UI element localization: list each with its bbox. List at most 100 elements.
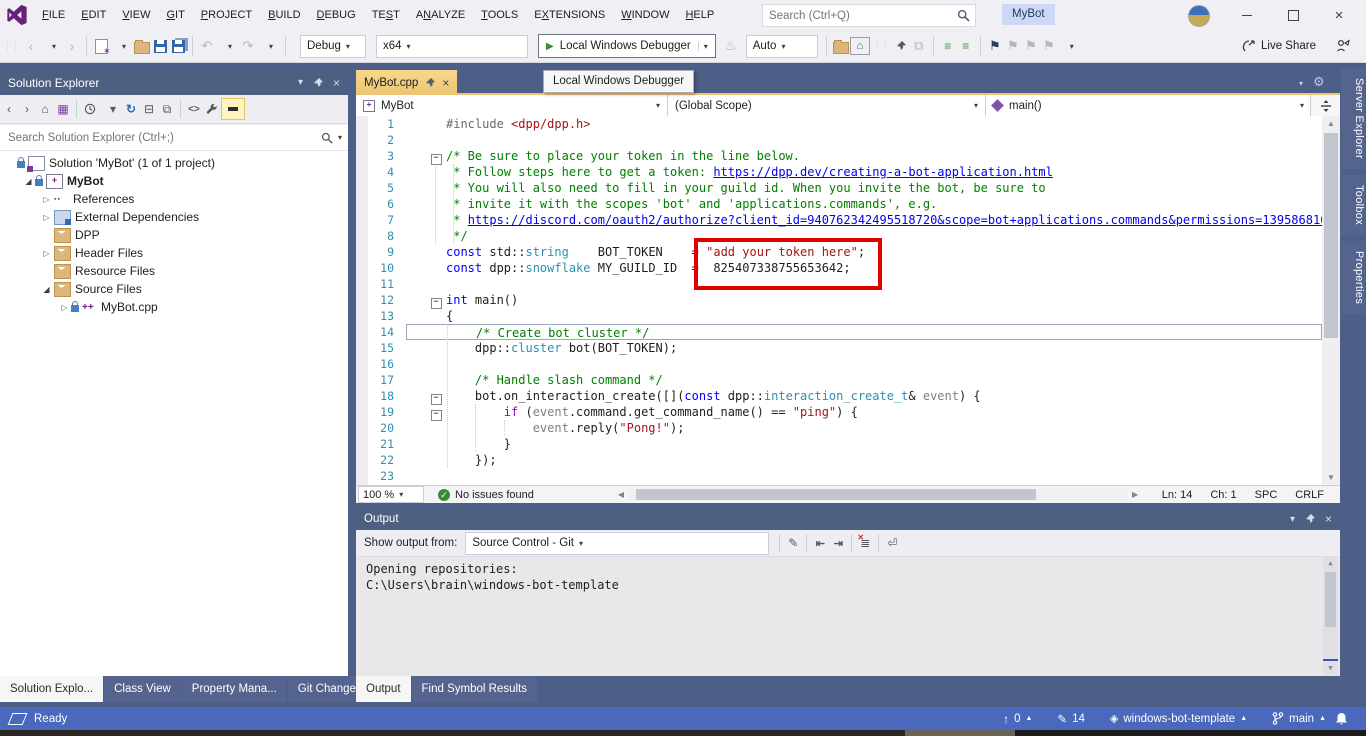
new-item-icon[interactable] bbox=[92, 34, 110, 58]
scroll-down-icon[interactable]: ▼ bbox=[1323, 662, 1338, 675]
solution-name-badge[interactable]: MyBot bbox=[1002, 4, 1055, 25]
code-line-7[interactable]: 7 * https://discord.com/oauth2/authorize… bbox=[356, 212, 1322, 228]
tab-list-dropdown-icon[interactable]: ▾ bbox=[1294, 75, 1303, 89]
expander-icon[interactable]: ◢ bbox=[40, 285, 53, 294]
expander-icon[interactable]: ▷ bbox=[40, 249, 53, 258]
message-filter-icon[interactable]: ✎ bbox=[784, 532, 802, 554]
menu-view[interactable]: VIEW bbox=[114, 0, 158, 30]
dock-tab-find-symbol-results[interactable]: Find Symbol Results bbox=[412, 676, 537, 702]
previous-message-icon[interactable]: ⇤ bbox=[811, 532, 829, 554]
se-forward-icon[interactable]: › bbox=[18, 98, 36, 120]
close-icon[interactable]: × bbox=[1325, 512, 1332, 526]
bookmark-icon[interactable]: ⚑ bbox=[986, 34, 1004, 58]
tree-item-header-files[interactable]: ▷Header Files bbox=[0, 244, 348, 262]
menu-test[interactable]: TEST bbox=[364, 0, 408, 30]
menu-project[interactable]: PROJECT bbox=[193, 0, 260, 30]
redo-dropdown-icon[interactable]: ▾ bbox=[262, 34, 280, 58]
solution-search-input[interactable] bbox=[6, 131, 321, 145]
fold-collapse-icon[interactable]: − bbox=[426, 292, 446, 308]
menu-edit[interactable]: EDIT bbox=[73, 0, 114, 30]
navigate-back-icon[interactable]: ‹ bbox=[22, 34, 40, 58]
code-line-5[interactable]: 5 * You will also need to fill in your g… bbox=[356, 180, 1322, 196]
save-icon[interactable] bbox=[151, 34, 169, 58]
tree-item-references[interactable]: ▷▪▪References bbox=[0, 190, 348, 208]
filter-dropdown-icon[interactable]: ▾ bbox=[104, 98, 122, 120]
code-line-15[interactable]: 15 dpp::cluster bot(BOT_TOKEN); bbox=[356, 340, 1322, 356]
toolbar-drag-handle-icon[interactable]: ⋮⋮ bbox=[873, 41, 889, 52]
code-line-13[interactable]: 13{ bbox=[356, 308, 1322, 324]
search-options-icon[interactable]: ▾ bbox=[338, 133, 342, 142]
undo-icon[interactable]: ↶ bbox=[198, 34, 216, 58]
navigate-back-dropdown-icon[interactable]: ▾ bbox=[45, 34, 63, 58]
menu-file[interactable]: FILE bbox=[34, 0, 73, 30]
document-tab-mybot-cpp[interactable]: MyBot.cpp × bbox=[356, 70, 457, 95]
feedback-icon[interactable] bbox=[1334, 34, 1352, 58]
watch-mode-select[interactable]: Auto▾ bbox=[746, 35, 818, 58]
next-message-icon[interactable]: ⇥ bbox=[829, 532, 847, 554]
fold-collapse-icon[interactable]: − bbox=[426, 148, 446, 164]
redo-icon[interactable]: ↷ bbox=[239, 34, 257, 58]
scrollbar-thumb[interactable] bbox=[1324, 133, 1338, 338]
previous-bookmark-icon[interactable]: ⚑ bbox=[1004, 34, 1022, 58]
show-all-files-icon[interactable]: ⧉ bbox=[158, 98, 176, 120]
decrease-indent-icon[interactable]: ≡ bbox=[939, 34, 957, 58]
menu-help[interactable]: HELP bbox=[677, 0, 722, 30]
code-line-23[interactable]: 23 bbox=[356, 468, 1322, 484]
pin-tab-icon[interactable] bbox=[425, 78, 435, 88]
side-tab-toolbox[interactable]: Toolbox bbox=[1341, 175, 1365, 235]
close-window-button[interactable]: × bbox=[1318, 0, 1360, 30]
pending-changes-filter-icon[interactable] bbox=[81, 98, 99, 120]
undo-dropdown-icon[interactable]: ▾ bbox=[221, 34, 239, 58]
expander-icon[interactable]: ▷ bbox=[40, 195, 53, 204]
clear-all-output-icon[interactable]: ≣✕ bbox=[856, 532, 874, 554]
unsaved-edits-button[interactable]: ✎ 14 bbox=[1057, 712, 1084, 726]
output-source-select[interactable]: Source Control - Git▾ bbox=[465, 532, 769, 555]
split-window-icon[interactable] bbox=[1310, 95, 1340, 116]
nav-scope-select[interactable]: (Global Scope)▾ bbox=[668, 95, 986, 116]
expander-icon[interactable]: ▷ bbox=[40, 213, 53, 222]
scroll-up-icon[interactable]: ▲ bbox=[1323, 557, 1338, 570]
code-line-3[interactable]: 3−/* Be sure to place your token in the … bbox=[356, 148, 1322, 164]
search-input[interactable] bbox=[763, 10, 957, 22]
tree-item-dpp[interactable]: DPP bbox=[0, 226, 348, 244]
pin-icon[interactable] bbox=[313, 78, 323, 88]
repository-button[interactable]: ◈ windows-bot-template ▲ bbox=[1110, 712, 1247, 725]
scroll-down-icon[interactable]: ▼ bbox=[1322, 470, 1340, 485]
dock-tab-solution-explo-[interactable]: Solution Explo... bbox=[0, 676, 103, 702]
window-position-icon[interactable]: ▾ bbox=[298, 77, 303, 88]
branch-button[interactable]: main ▲ bbox=[1272, 712, 1326, 725]
quick-search-box[interactable] bbox=[762, 4, 976, 27]
dock-tab-output[interactable]: Output bbox=[356, 676, 411, 702]
notifications-bell-icon[interactable] bbox=[1335, 712, 1348, 726]
new-item-dropdown-icon[interactable]: ▾ bbox=[115, 34, 133, 58]
menu-build[interactable]: BUILD bbox=[260, 0, 308, 30]
solution-configuration-select[interactable]: Debug▾ bbox=[300, 35, 366, 58]
solution-explorer-header[interactable]: Solution Explorer ▾ × bbox=[0, 70, 348, 95]
navigate-forward-icon[interactable]: › bbox=[63, 34, 81, 58]
outgoing-commits-button[interactable]: ↑ 0 ▲ bbox=[1003, 712, 1032, 726]
open-file-icon[interactable] bbox=[133, 34, 151, 58]
tree-item-mybot[interactable]: ◢+MyBot bbox=[0, 172, 348, 190]
live-share-button[interactable]: Live Share bbox=[1242, 39, 1316, 53]
solution-explorer-icon[interactable]: ⌂ bbox=[850, 37, 870, 55]
close-tab-icon[interactable]: × bbox=[442, 76, 449, 90]
code-line-21[interactable]: 21 } bbox=[356, 436, 1322, 452]
collapse-all-icon[interactable]: ⊟ bbox=[140, 98, 158, 120]
toolbar-overflow-icon[interactable]: ▾ bbox=[1063, 34, 1081, 58]
refresh-icon[interactable]: ↻ bbox=[122, 98, 140, 120]
scroll-right-icon[interactable]: ▶ bbox=[1128, 490, 1142, 499]
expander-icon[interactable]: ◢ bbox=[22, 177, 35, 186]
user-avatar[interactable] bbox=[1188, 5, 1210, 27]
tree-item-source-files[interactable]: ◢Source Files bbox=[0, 280, 348, 298]
code-line-12[interactable]: 12−int main() bbox=[356, 292, 1322, 308]
menu-debug[interactable]: DEBUG bbox=[309, 0, 364, 30]
code-line-2[interactable]: 2 bbox=[356, 132, 1322, 148]
code-line-20[interactable]: 20 event.reply("Pong!"); bbox=[356, 420, 1322, 436]
restore-button[interactable] bbox=[1272, 0, 1314, 30]
toolbar-drag-handle-icon[interactable]: ⋮⋮ bbox=[3, 41, 19, 52]
next-bookmark-icon[interactable]: ⚑ bbox=[1022, 34, 1040, 58]
output-header[interactable]: Output ▾ × bbox=[356, 508, 1340, 530]
scroll-left-icon[interactable]: ◀ bbox=[614, 490, 628, 499]
side-tab-properties[interactable]: Properties bbox=[1341, 241, 1365, 314]
properties-icon[interactable] bbox=[203, 98, 221, 120]
